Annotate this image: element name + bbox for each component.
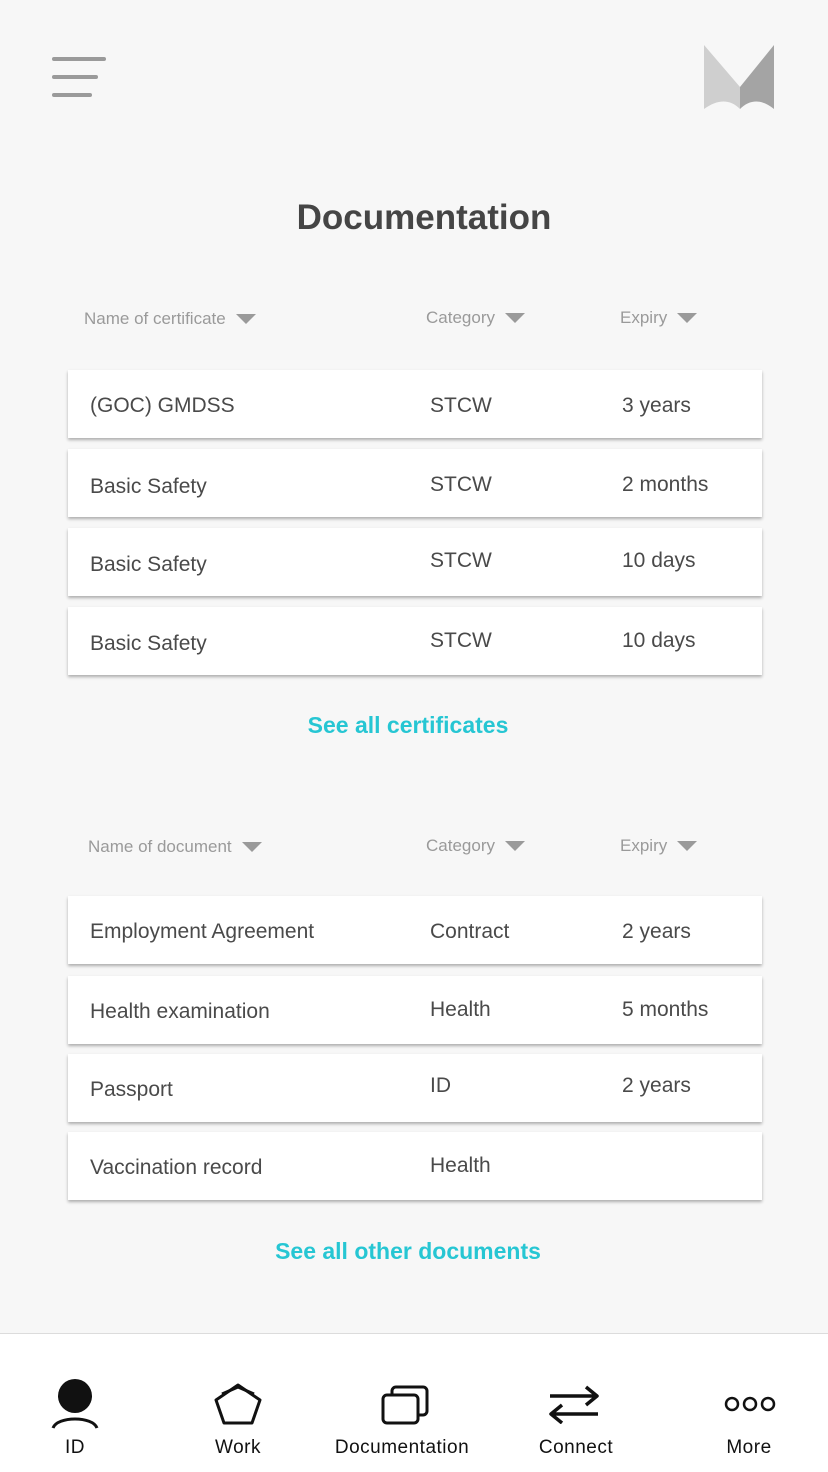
- column-header-label: Expiry: [620, 308, 668, 327]
- column-header-label: Category: [426, 308, 495, 327]
- certificate-expiry: 2 months: [622, 473, 709, 496]
- document-expiry: 5 months: [622, 998, 709, 1021]
- caret-down-icon: [504, 313, 525, 323]
- column-header-label: Category: [426, 836, 495, 855]
- pentagon-icon: [214, 1383, 262, 1425]
- certificate-name: Basic Safety: [90, 475, 207, 498]
- column-header-label: Expiry: [620, 836, 668, 855]
- document-expiry: 2 years: [622, 920, 691, 943]
- tab-label: ID: [65, 1437, 85, 1458]
- swap-arrows-icon: [549, 1385, 599, 1424]
- see-all-documents-link[interactable]: See all other documents: [0, 1238, 816, 1265]
- tab-label: Connect: [538, 1437, 614, 1458]
- caret-down-icon: [235, 314, 256, 324]
- person-icon: [51, 1379, 99, 1429]
- certificate-row[interactable]: (GOC) GMDSS STCW 3 years: [68, 370, 762, 438]
- certificate-row[interactable]: Basic Safety STCW 10 days: [68, 528, 762, 596]
- tab-id[interactable]: ID: [30, 1334, 120, 1472]
- document-category: Contract: [430, 920, 510, 943]
- caret-down-icon: [677, 313, 698, 323]
- sort-by-category[interactable]: Category: [426, 836, 525, 856]
- sort-by-category[interactable]: Category: [426, 308, 525, 328]
- document-expiry: 2 years: [622, 1074, 691, 1097]
- certificate-row[interactable]: Basic Safety STCW 10 days: [68, 607, 762, 675]
- caret-down-icon: [504, 841, 525, 851]
- document-category: Health: [430, 1154, 491, 1177]
- tab-connect[interactable]: Connect: [530, 1334, 622, 1472]
- document-name: Employment Agreement: [90, 920, 315, 943]
- certificate-expiry: 10 days: [622, 629, 696, 652]
- document-name: Vaccination record: [90, 1156, 263, 1179]
- column-header-label: Name of document: [88, 837, 232, 856]
- document-row[interactable]: Passport ID 2 years: [68, 1054, 762, 1122]
- document-name: Passport: [90, 1078, 173, 1101]
- sort-by-expiry[interactable]: Expiry: [620, 308, 698, 328]
- certificate-expiry: 10 days: [622, 549, 696, 572]
- tab-documentation[interactable]: Documentation: [326, 1334, 478, 1472]
- certificate-expiry: 3 years: [622, 394, 691, 417]
- sort-by-document-name[interactable]: Name of document: [88, 837, 262, 857]
- tab-work[interactable]: Work: [190, 1334, 286, 1472]
- document-row[interactable]: Vaccination record Health: [68, 1132, 762, 1200]
- document-row[interactable]: Employment Agreement Contract 2 years: [68, 896, 762, 964]
- tab-more[interactable]: More: [700, 1334, 800, 1472]
- column-header-label: Name of certificate: [84, 309, 226, 328]
- certificate-name: Basic Safety: [90, 553, 207, 576]
- document-name: Health examination: [90, 1000, 270, 1023]
- brand-m-logo-icon: [704, 45, 774, 109]
- caret-down-icon: [677, 841, 698, 851]
- bottom-tab-bar: ID Work Documentation Connect More: [0, 1333, 828, 1472]
- certificate-category: STCW: [430, 629, 492, 652]
- document-category: Health: [430, 998, 491, 1021]
- sort-by-certificate-name[interactable]: Name of certificate: [84, 309, 256, 329]
- tab-label: More: [726, 1437, 772, 1458]
- tab-label: Documentation: [334, 1437, 470, 1458]
- certificate-category: STCW: [430, 473, 492, 496]
- page-title: Documentation: [296, 198, 552, 237]
- hamburger-menu-icon[interactable]: [52, 57, 106, 99]
- see-all-certificates-link[interactable]: See all certificates: [0, 712, 816, 739]
- document-category: ID: [430, 1074, 451, 1097]
- certificate-category: STCW: [430, 549, 492, 572]
- sort-by-expiry[interactable]: Expiry: [620, 836, 698, 856]
- certificate-name: Basic Safety: [90, 632, 207, 655]
- stacked-documents-icon: [381, 1385, 429, 1425]
- caret-down-icon: [241, 842, 262, 852]
- document-row[interactable]: Health examination Health 5 months: [68, 976, 762, 1044]
- certificate-name: (GOC) GMDSS: [90, 394, 235, 417]
- three-dots-icon: [724, 1396, 776, 1412]
- certificate-category: STCW: [430, 394, 492, 417]
- certificate-row[interactable]: Basic Safety STCW 2 months: [68, 449, 762, 517]
- tab-label: Work: [215, 1437, 261, 1458]
